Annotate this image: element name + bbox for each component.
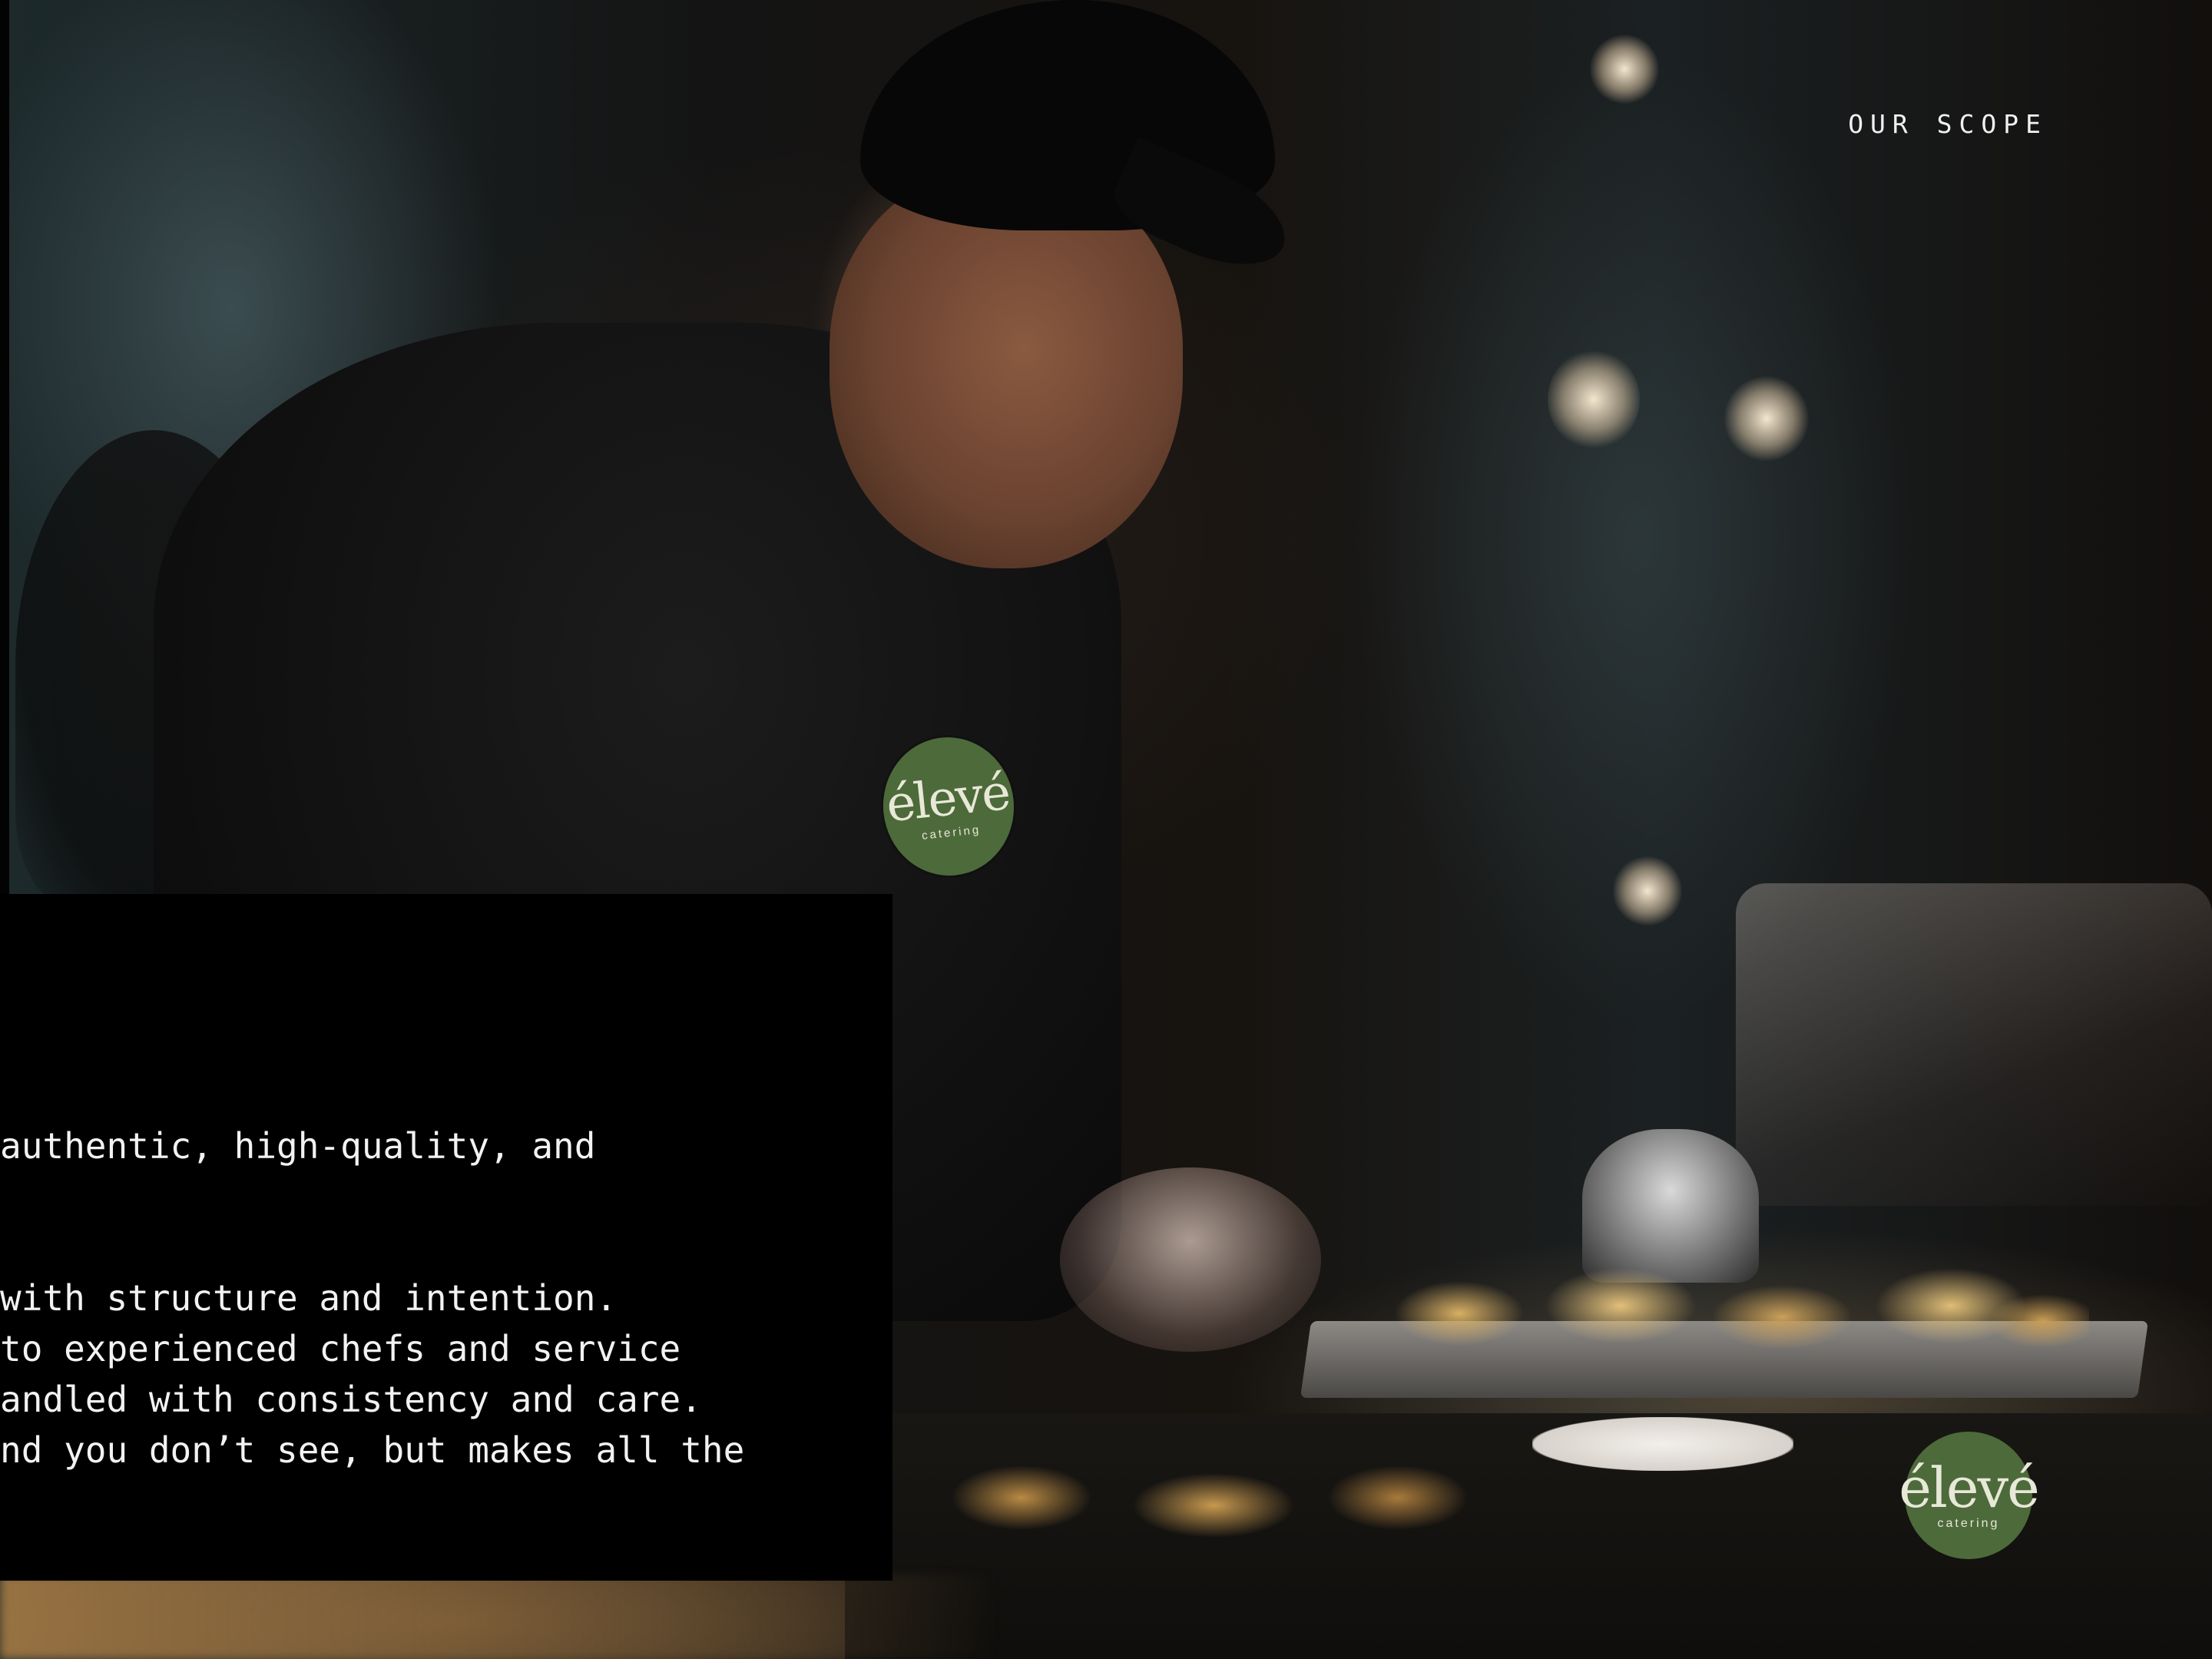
chafing-dish xyxy=(1736,883,2212,1206)
panel-line: andled with consistency and care. xyxy=(0,1379,702,1420)
scope-slide: élevé catering OUR SCOPE authentic, high… xyxy=(0,0,2212,1659)
gloved-hand xyxy=(1060,1167,1321,1352)
foreground-blur xyxy=(0,1575,998,1659)
panel-line: with structure and intention. xyxy=(0,1277,618,1319)
brand-logo[interactable]: élevé catering xyxy=(1899,1432,2040,1559)
left-edge-strip xyxy=(0,0,9,894)
panel-line: nd you don’t see, but makes all the xyxy=(0,1429,745,1471)
logo-wordmark: élevé xyxy=(883,763,1012,833)
bokeh-light xyxy=(1590,35,1659,104)
logo-tagline: catering xyxy=(1937,1517,2000,1530)
panel-line: to experienced chefs and service xyxy=(0,1328,681,1369)
bokeh-light xyxy=(1613,856,1682,926)
section-label: OUR SCOPE xyxy=(1848,109,2048,139)
food-platter xyxy=(1367,1252,2089,1367)
text-panel: authentic, high-quality, and with struct… xyxy=(0,894,892,1581)
panel-line: authentic, high-quality, and xyxy=(0,1125,596,1167)
bokeh-light xyxy=(1548,349,1640,449)
white-bowl xyxy=(1532,1417,1793,1471)
food-platter-front xyxy=(906,1444,1521,1559)
logo-wordmark: élevé xyxy=(1899,1455,2040,1520)
bokeh-light xyxy=(1724,376,1809,461)
